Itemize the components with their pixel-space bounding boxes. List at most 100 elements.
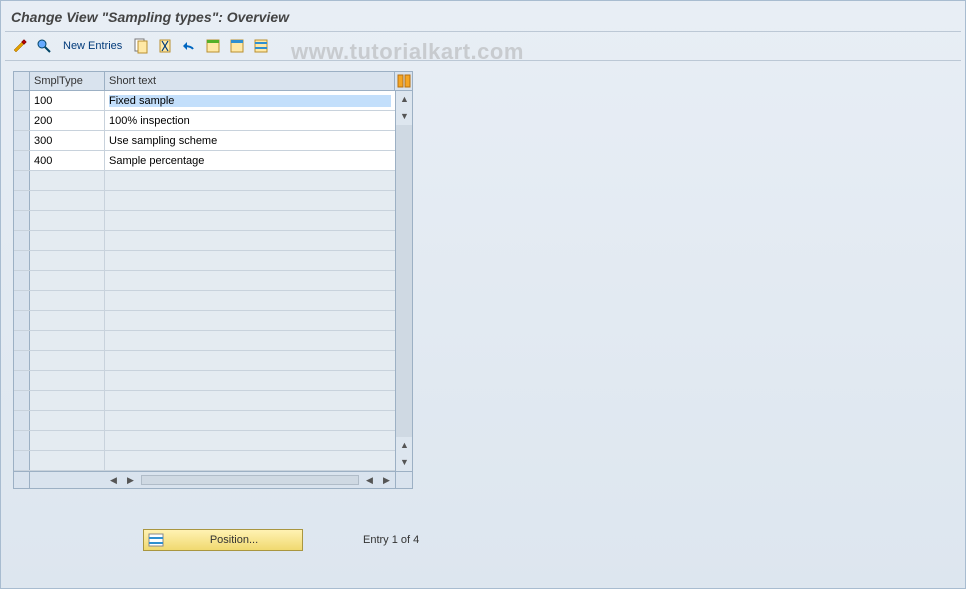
cell-empty[interactable] <box>30 231 105 250</box>
table-row <box>14 91 395 111</box>
row-selector[interactable] <box>14 431 30 450</box>
cell-shorttext[interactable] <box>105 151 395 170</box>
cell-smpltype[interactable] <box>30 131 105 150</box>
cell-smpltype[interactable] <box>30 111 105 130</box>
row-selector[interactable] <box>14 111 30 130</box>
cell-empty[interactable] <box>105 431 395 450</box>
select-all-icon[interactable] <box>204 37 222 55</box>
position-button[interactable]: Position... <box>143 529 303 551</box>
table-row-empty <box>14 271 395 291</box>
row-selector[interactable] <box>14 351 30 370</box>
shorttext-input[interactable] <box>109 135 391 147</box>
horizontal-scrollbar[interactable]: ◀ ▶ ◀ ▶ <box>105 472 395 488</box>
header-row-selector[interactable] <box>14 72 30 90</box>
select-block-icon[interactable] <box>228 37 246 55</box>
column-header-smpltype[interactable]: SmplType <box>30 72 105 90</box>
content-area: SmplType Short text <box>1 61 965 561</box>
cell-empty[interactable] <box>30 251 105 270</box>
cell-empty[interactable] <box>105 251 395 270</box>
cell-empty[interactable] <box>105 211 395 230</box>
cell-empty[interactable] <box>30 211 105 230</box>
scroll-up-step-icon[interactable]: ▲ <box>396 437 413 454</box>
row-selector[interactable] <box>14 251 30 270</box>
scroll-down-icon[interactable]: ▼ <box>396 454 413 471</box>
cell-smpltype[interactable] <box>30 151 105 170</box>
cell-empty[interactable] <box>105 391 395 410</box>
row-selector[interactable] <box>14 91 30 110</box>
vertical-scrollbar[interactable]: ▲ ▼ ▲ ▼ <box>395 91 412 471</box>
row-selector[interactable] <box>14 191 30 210</box>
shorttext-input[interactable] <box>109 155 391 167</box>
cell-empty[interactable] <box>30 291 105 310</box>
row-selector[interactable] <box>14 451 30 470</box>
row-selector[interactable] <box>14 231 30 250</box>
table-row <box>14 131 395 151</box>
cell-empty[interactable] <box>105 371 395 390</box>
cell-empty[interactable] <box>30 431 105 450</box>
position-icon <box>148 533 164 547</box>
scroll-right-icon[interactable]: ▶ <box>378 472 395 489</box>
row-selector[interactable] <box>14 151 30 170</box>
table-settings-icon[interactable] <box>395 72 412 90</box>
cell-empty[interactable] <box>105 311 395 330</box>
row-selector[interactable] <box>14 291 30 310</box>
row-selector[interactable] <box>14 311 30 330</box>
cell-empty[interactable] <box>30 331 105 350</box>
smpltype-input[interactable] <box>34 135 100 147</box>
undo-change-icon[interactable] <box>180 37 198 55</box>
row-selector[interactable] <box>14 371 30 390</box>
column-header-shorttext[interactable]: Short text <box>105 72 395 90</box>
cell-shorttext[interactable] <box>105 131 395 150</box>
cell-empty[interactable] <box>30 371 105 390</box>
cell-empty[interactable] <box>30 311 105 330</box>
cell-empty[interactable] <box>30 411 105 430</box>
scroll-up-icon[interactable]: ▲ <box>396 91 413 108</box>
cell-empty[interactable] <box>105 171 395 190</box>
deselect-all-icon[interactable] <box>252 37 270 55</box>
hscrollbar-track[interactable] <box>141 475 359 485</box>
cell-empty[interactable] <box>105 451 395 470</box>
row-selector[interactable] <box>14 391 30 410</box>
table-row <box>14 151 395 171</box>
cell-empty[interactable] <box>30 171 105 190</box>
cell-empty[interactable] <box>105 351 395 370</box>
scroll-left-step-icon[interactable]: ◀ <box>361 472 378 489</box>
row-selector[interactable] <box>14 131 30 150</box>
cell-empty[interactable] <box>30 451 105 470</box>
cell-empty[interactable] <box>105 411 395 430</box>
shorttext-input[interactable] <box>109 115 391 127</box>
table-row-empty <box>14 331 395 351</box>
row-selector[interactable] <box>14 271 30 290</box>
scroll-down-step-icon[interactable]: ▼ <box>396 108 413 125</box>
cell-shorttext[interactable] <box>105 111 395 130</box>
row-selector[interactable] <box>14 331 30 350</box>
cell-shorttext[interactable] <box>105 91 395 110</box>
row-selector[interactable] <box>14 411 30 430</box>
scroll-left-icon[interactable]: ◀ <box>105 472 122 489</box>
cell-smpltype[interactable] <box>30 91 105 110</box>
row-selector[interactable] <box>14 211 30 230</box>
cell-empty[interactable] <box>30 391 105 410</box>
smpltype-input[interactable] <box>34 155 100 167</box>
find-icon[interactable] <box>35 37 53 55</box>
toggle-display-change-icon[interactable] <box>11 37 29 55</box>
row-selector[interactable] <box>14 171 30 190</box>
copy-as-icon[interactable] <box>132 37 150 55</box>
smpltype-input[interactable] <box>34 115 100 127</box>
table-row-empty <box>14 291 395 311</box>
cell-empty[interactable] <box>30 271 105 290</box>
cell-empty[interactable] <box>105 291 395 310</box>
smpltype-input[interactable] <box>34 95 100 107</box>
scroll-right-step-icon[interactable]: ▶ <box>122 472 139 489</box>
cell-empty[interactable] <box>105 231 395 250</box>
cell-empty[interactable] <box>105 191 395 210</box>
cell-empty[interactable] <box>105 271 395 290</box>
cell-empty[interactable] <box>30 351 105 370</box>
shorttext-input[interactable] <box>109 95 391 107</box>
table-header: SmplType Short text <box>14 72 412 91</box>
new-entries-button[interactable]: New Entries <box>59 40 126 52</box>
delete-icon[interactable] <box>156 37 174 55</box>
scrollbar-track[interactable] <box>396 125 412 437</box>
cell-empty[interactable] <box>30 191 105 210</box>
cell-empty[interactable] <box>105 331 395 350</box>
